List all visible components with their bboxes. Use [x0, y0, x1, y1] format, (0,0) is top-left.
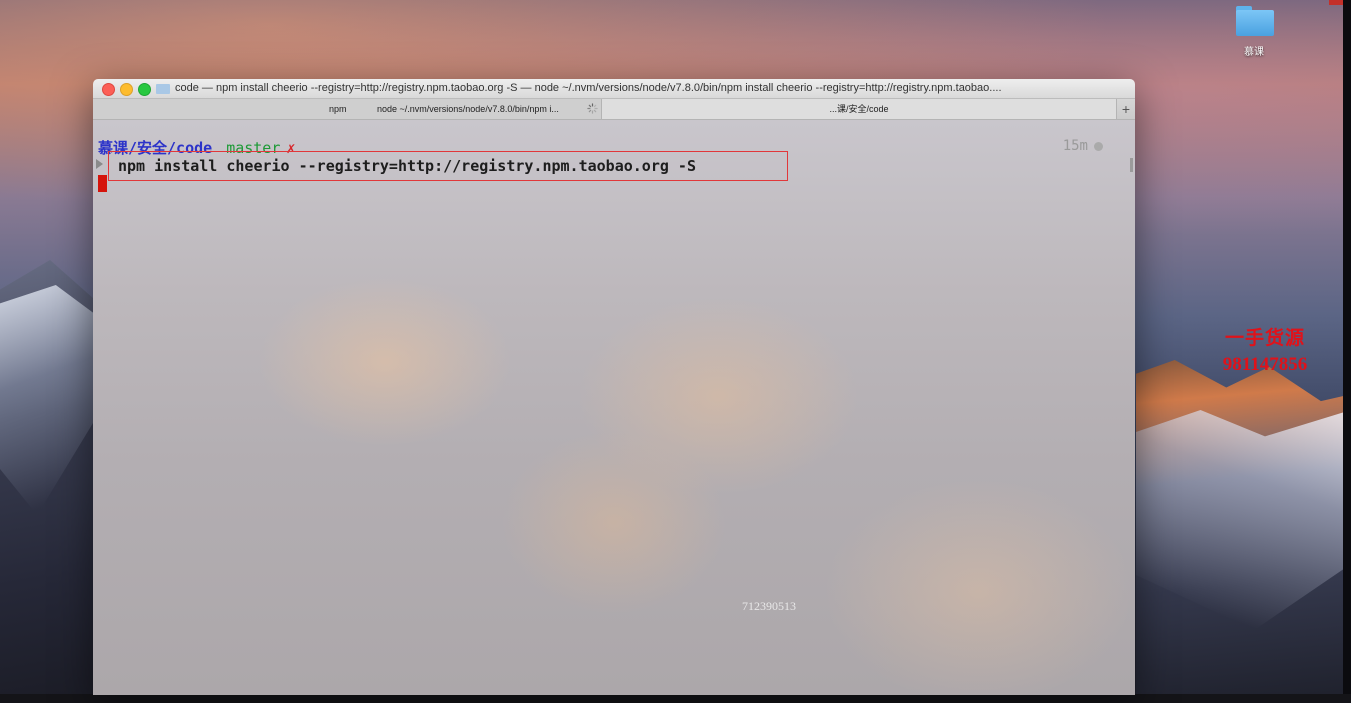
tab-npm[interactable]: npm node ~/.nvm/versions/node/v7.8.0/bin…: [93, 99, 602, 119]
folder-proxy-icon[interactable]: [156, 84, 170, 94]
elapsed-time: 15m: [1063, 138, 1103, 154]
watermark-line1: 一手货源: [1224, 328, 1305, 349]
spinner-icon: [587, 103, 598, 114]
desktop-folder[interactable]: 慕课: [1228, 4, 1280, 58]
desktop-folder-label: 慕课: [1244, 47, 1264, 58]
screen-right-edge: [1343, 0, 1351, 703]
watermark: 一手货源 981147856: [1200, 326, 1330, 378]
tab-code-name: ...课/安全/code: [829, 104, 889, 114]
terminal-content[interactable]: 慕课/安全/code master ✗ 15m npm install cheeri…: [93, 120, 1135, 695]
clock-icon: [1094, 141, 1103, 151]
terminal-window: code — npm install cheerio --registry=ht…: [93, 79, 1135, 695]
tab-code[interactable]: ...课/安全/code: [602, 99, 1116, 119]
new-tab-button[interactable]: +: [1116, 99, 1135, 119]
title-bar[interactable]: code — npm install cheerio --registry=ht…: [93, 79, 1135, 98]
overlay-number: 712390513: [742, 599, 796, 613]
elapsed-time-label: 15m: [1062, 138, 1088, 154]
window-title: code — npm install cheerio --registry=ht…: [175, 82, 1002, 94]
scrollbar[interactable]: [1130, 158, 1133, 172]
tab-npm-process: node ~/.nvm/versions/node/v7.8.0/bin/npm…: [377, 104, 559, 114]
watermark-line2: 981147856: [1222, 354, 1308, 375]
tab-npm-name: npm: [329, 104, 347, 114]
screen-bottom-edge: [0, 694, 1351, 703]
command-text: npm install cheerio --registry=http://re…: [118, 157, 696, 175]
text-cursor: [98, 175, 107, 192]
folder-icon: [1232, 4, 1276, 38]
tab-bar: npm node ~/.nvm/versions/node/v7.8.0/bin…: [93, 98, 1135, 120]
close-button[interactable]: [102, 83, 115, 96]
minimize-button[interactable]: [120, 83, 133, 96]
top-edge-mark: [1329, 0, 1343, 5]
line-marker-icon: [96, 159, 103, 169]
zoom-button[interactable]: [138, 83, 151, 96]
